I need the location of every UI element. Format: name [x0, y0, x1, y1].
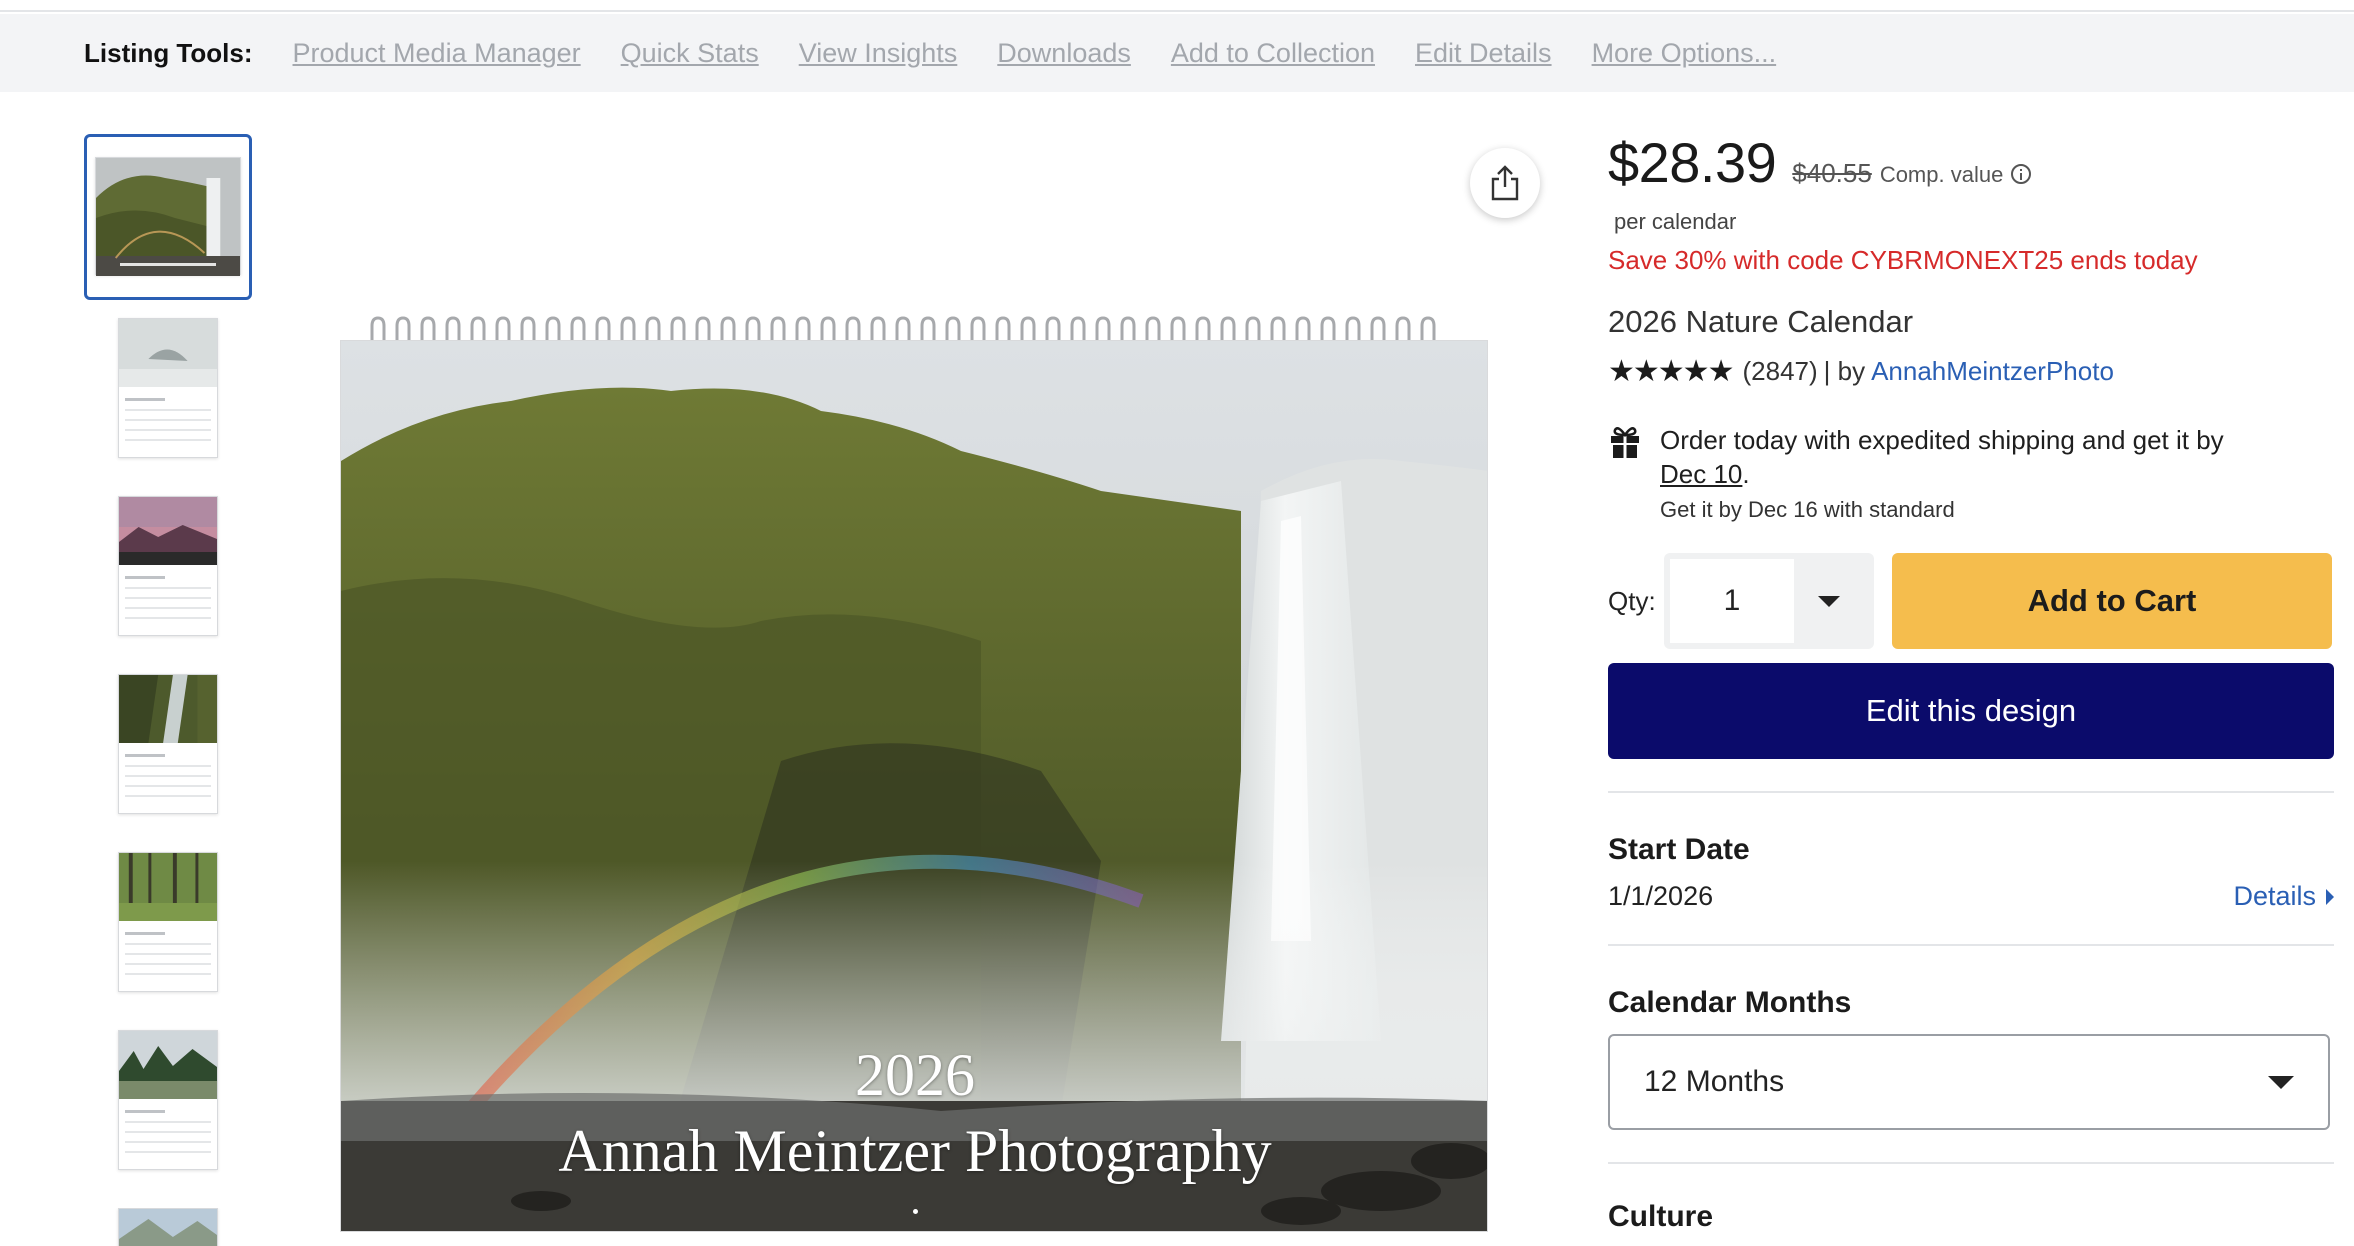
calendar-months-title: Calendar Months — [1608, 986, 1852, 1019]
promo-text: Save 30% with code CYBRMONEXT25 ends tod… — [1608, 245, 2198, 275]
thumbnail-image — [118, 1030, 218, 1170]
downloads-link[interactable]: Downloads — [997, 38, 1131, 69]
thumbnail-image — [118, 674, 218, 814]
forest-photo-thumb — [119, 853, 217, 921]
thumbnail-image — [118, 496, 218, 636]
quantity-dropdown-button[interactable] — [1794, 559, 1864, 643]
add-to-collection-link[interactable]: Add to Collection — [1171, 38, 1375, 69]
culture-title: Culture — [1608, 1200, 1713, 1233]
quantity-input[interactable]: 1 — [1670, 559, 1794, 643]
details-link[interactable]: Details — [2233, 881, 2334, 912]
divider — [1608, 944, 2334, 946]
listing-tools-title: Listing Tools: — [84, 37, 253, 68]
standard-shipping-text: Get it by Dec 16 with standard — [1660, 497, 1955, 522]
thumbnail-image — [118, 318, 218, 458]
shipping-info: Order today with expedited shipping and … — [1608, 423, 2334, 523]
cover-photo-thumb — [96, 158, 240, 276]
thumbnail-image — [95, 157, 241, 276]
share-icon — [1491, 165, 1519, 201]
calendar-months-select[interactable]: 12 Months — [1608, 1034, 2330, 1130]
valley-photo-thumb — [119, 1209, 217, 1246]
snow-photo-thumb — [119, 319, 217, 387]
price: $28.39 — [1608, 131, 1777, 194]
chevron-down-icon — [1818, 595, 1840, 607]
shipping-message: Order today with expedited shipping and … — [1660, 425, 2224, 455]
thumbnail-april[interactable] — [84, 852, 252, 992]
calendar-months-value: 12 Months — [1644, 1065, 1785, 1098]
star-rating-icon[interactable]: ★★★★★ — [1608, 354, 1734, 389]
start-date-row: 1/1/2026 Details — [1608, 881, 2334, 912]
shipping-date-suffix: . — [1742, 459, 1750, 489]
thumbnail-may[interactable] — [84, 1030, 252, 1170]
river-photo-thumb — [119, 675, 217, 743]
divider — [1608, 791, 2334, 793]
info-icon[interactable] — [2011, 164, 2032, 184]
shipping-text: Order today with expedited shipping and … — [1660, 423, 2224, 491]
start-date-value: 1/1/2026 — [1608, 881, 1714, 911]
divider — [1608, 1162, 2334, 1164]
thumbnail-june[interactable] — [84, 1208, 252, 1246]
top-border — [0, 0, 2354, 12]
quantity-select[interactable]: 1 — [1664, 553, 1874, 649]
mountain-sunset-thumb — [119, 497, 217, 565]
edit-details-link[interactable]: Edit Details — [1415, 38, 1552, 69]
edit-design-button[interactable]: Edit this design — [1608, 663, 2334, 759]
thumbnail-caption — [120, 263, 216, 266]
product-info-panel: $28.39 $40.55 Comp. value per calendar S… — [1608, 130, 2334, 1246]
rating-row: ★★★★★ (2847) | by AnnahMeintzerPhoto — [1608, 354, 2334, 389]
buy-row: Qty: 1 Add to Cart — [1608, 553, 2334, 649]
thumbnail-image — [118, 1208, 218, 1246]
lake-photo-thumb — [119, 1031, 217, 1099]
review-count[interactable]: (2847) — [1742, 356, 1817, 387]
thumbnail-image — [118, 852, 218, 992]
quick-stats-link[interactable]: Quick Stats — [621, 38, 759, 69]
view-insights-link[interactable]: View Insights — [799, 38, 958, 69]
chevron-down-icon — [2268, 1075, 2294, 1089]
start-date-title: Start Date — [1608, 833, 1750, 866]
chevron-right-icon — [2326, 888, 2334, 905]
calendar-cover: 2026 Annah Meintzer Photography — [340, 340, 1488, 1232]
listing-tools-bar: Listing Tools: Product Media Manager Qui… — [0, 14, 2354, 92]
thumbnail-february[interactable] — [84, 496, 252, 636]
shipping-date-link[interactable]: Dec 10 — [1660, 459, 1742, 489]
more-options-link[interactable]: More Options... — [1592, 38, 1777, 69]
product-media-manager-link[interactable]: Product Media Manager — [293, 38, 581, 69]
author-link[interactable]: AnnahMeintzerPhoto — [1871, 356, 2114, 387]
thumbnail-cover[interactable] — [84, 134, 252, 300]
thumbnail-january[interactable] — [84, 318, 252, 458]
calendar-dot — [913, 1209, 918, 1214]
price-row: $28.39 $40.55 Comp. value — [1608, 130, 2334, 195]
thumbnail-march[interactable] — [84, 674, 252, 814]
per-unit-label: per calendar — [1614, 209, 1737, 234]
comp-value-label: Comp. value — [1879, 162, 2004, 187]
calendar-year: 2026 — [855, 1042, 975, 1108]
details-link-label: Details — [2233, 881, 2316, 911]
gift-icon — [1611, 427, 1639, 459]
product-title: 2026 Nature Calendar — [1608, 304, 1914, 339]
add-to-cart-button[interactable]: Add to Cart — [1892, 553, 2332, 649]
by-label: | by — [1823, 356, 1866, 386]
calendar-brand: Annah Meintzer Photography — [558, 1118, 1272, 1184]
share-button[interactable] — [1470, 148, 1540, 218]
qty-label: Qty: — [1608, 585, 1656, 616]
old-price: $40.55 — [1792, 158, 1872, 188]
main-product-image[interactable]: 2026 Annah Meintzer Photography — [336, 316, 1492, 1232]
